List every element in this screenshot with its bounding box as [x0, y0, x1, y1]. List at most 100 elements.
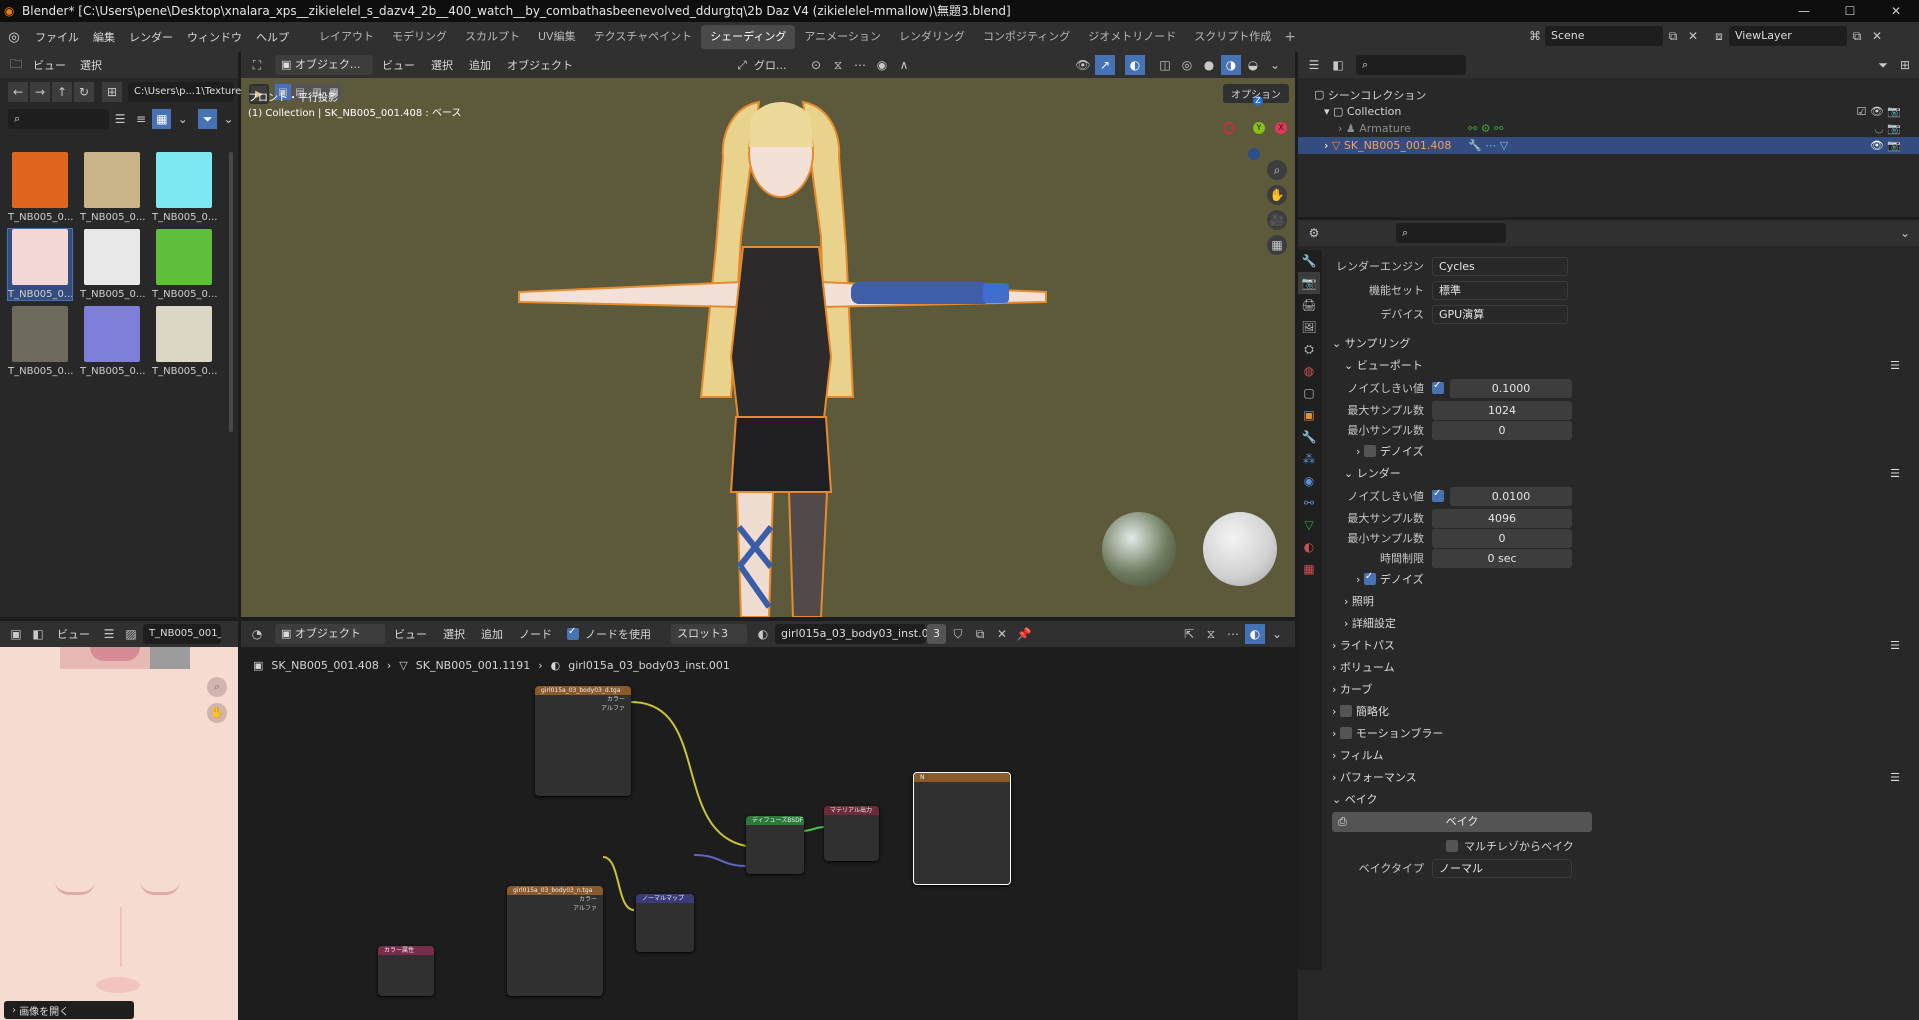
render-subsection[interactable]: ⌄ レンダー ☰: [1332, 462, 1912, 484]
thumbnail-view-icon[interactable]: ▦: [152, 109, 172, 129]
list-menu-icon[interactable]: ☰: [1890, 467, 1900, 480]
character-model[interactable]: [501, 97, 1061, 617]
color-attribute-node[interactable]: カラー属性: [378, 946, 434, 996]
vp-menu-add[interactable]: 追加: [462, 57, 498, 73]
material-shading-icon[interactable]: ◑: [1221, 55, 1241, 75]
expand-icon[interactable]: ›: [1338, 122, 1346, 135]
fb-menu-select[interactable]: 選択: [73, 57, 109, 73]
delete-scene-icon[interactable]: ✕: [1683, 26, 1703, 46]
r-denoise-subsection[interactable]: › デノイズ: [1332, 568, 1912, 590]
texture-file-item[interactable]: T_NB005_0...: [8, 306, 73, 377]
add-workspace-icon[interactable]: +: [1284, 29, 1296, 45]
motion-blur-section[interactable]: › モーションブラー: [1332, 722, 1912, 744]
ortho-toggle-icon[interactable]: ▦: [1267, 235, 1287, 255]
bake-type-dropdown[interactable]: ノーマル: [1432, 858, 1572, 878]
workspace-tab[interactable]: レイアウト: [310, 25, 383, 49]
pan-hand-icon[interactable]: ✋: [207, 703, 227, 723]
object-tab-icon[interactable]: ▣: [1298, 404, 1320, 426]
snap-icon[interactable]: ⧖: [828, 55, 848, 75]
image-texture-node[interactable]: girl015a_03_body03_d.tga カラー アルファ: [535, 686, 631, 796]
sampling-section[interactable]: ⌄ サンプリング: [1332, 332, 1912, 354]
bake-section[interactable]: ⌄ ベイク: [1332, 788, 1912, 810]
zoom-view-icon[interactable]: ⌕: [1267, 160, 1287, 180]
xray-icon[interactable]: ◫: [1155, 55, 1175, 75]
mode-dropdown[interactable]: ▣ オブジェク...: [275, 55, 373, 75]
advanced-subsection[interactable]: › 詳細設定: [1332, 612, 1912, 634]
fb-menu-view[interactable]: ビュー: [26, 57, 73, 73]
image-browse-icon[interactable]: ▨: [121, 624, 141, 644]
rendered-shading-icon[interactable]: ◒: [1243, 55, 1263, 75]
workspace-tab[interactable]: テクスチャペイント: [585, 25, 702, 49]
gizmo-neg-x-icon[interactable]: [1223, 122, 1235, 134]
armature-visibility-icon[interactable]: ◡ 📷: [1874, 122, 1901, 135]
properties-dropdown-icon[interactable]: ⌄: [1895, 223, 1915, 243]
mesh-visibility-icon[interactable]: 👁 📷: [1870, 139, 1901, 152]
new-scene-icon[interactable]: ⧉: [1663, 26, 1683, 46]
r-denoise-checkbox[interactable]: [1363, 571, 1376, 585]
mesh-row[interactable]: › ▽ SK_NB005_001.408 🔧 ⋯ ▽ 👁 📷: [1298, 137, 1919, 154]
refresh-icon[interactable]: ↻: [74, 82, 94, 102]
camera-view-icon[interactable]: 🎥: [1267, 210, 1287, 230]
new-viewlayer-icon[interactable]: ⧉: [1847, 26, 1867, 46]
ie-menu-view[interactable]: ビュー: [50, 626, 97, 642]
properties-type-icon[interactable]: ⚙: [1304, 223, 1324, 243]
bake-button[interactable]: ⎙ ベイク: [1332, 812, 1592, 832]
wireframe-shading-icon[interactable]: ◎: [1177, 55, 1197, 75]
open-image-button[interactable]: › 画像を開く: [4, 1001, 134, 1019]
lights-subsection[interactable]: › 照明: [1332, 590, 1912, 612]
gizmo-y-icon[interactable]: Y: [1253, 122, 1265, 134]
vp-noise-checkbox[interactable]: [1432, 380, 1444, 394]
image-mode-icon[interactable]: ◧: [28, 624, 48, 644]
texture-tab-icon[interactable]: ▦: [1298, 558, 1320, 580]
shading-dropdown-icon[interactable]: ⌄: [1265, 55, 1285, 75]
viewport-subsection[interactable]: ⌄ ビューポート ☰: [1332, 354, 1912, 376]
material-tab-icon[interactable]: ◐: [1298, 536, 1320, 558]
scene-tab-icon[interactable]: ⛭: [1298, 338, 1320, 360]
forward-icon[interactable]: →: [30, 82, 50, 102]
list-menu-icon[interactable]: ☰: [1890, 359, 1900, 372]
outliner-search-input[interactable]: ⌕: [1356, 55, 1466, 75]
menu-file[interactable]: ファイル: [28, 29, 86, 45]
minimize-icon[interactable]: —: [1781, 0, 1827, 22]
zoom-icon[interactable]: ⌕: [207, 677, 227, 697]
normal-map-node[interactable]: ノーマルマップ: [636, 894, 694, 952]
r-min-field[interactable]: 0: [1432, 528, 1572, 548]
vp-menu-object[interactable]: オブジェクト: [500, 57, 580, 73]
viewport-editor-type-icon[interactable]: ⛶: [247, 55, 267, 75]
properties-search-input[interactable]: ⌕: [1396, 223, 1506, 243]
r-noise-checkbox[interactable]: [1432, 488, 1444, 502]
gizmo-z-icon[interactable]: Z: [1253, 96, 1263, 106]
solid-shading-icon[interactable]: ●: [1199, 55, 1219, 75]
pan-view-icon[interactable]: ✋: [1267, 185, 1287, 205]
workspace-tab[interactable]: ジオメトリノード: [1079, 25, 1185, 49]
vp-min-field[interactable]: 0: [1432, 420, 1572, 440]
workspace-tab[interactable]: モデリング: [383, 25, 456, 49]
overlay-icon[interactable]: ◐: [1125, 55, 1145, 75]
proportional-edit-icon[interactable]: ◉: [872, 55, 892, 75]
constraint-tab-icon[interactable]: ⚯: [1298, 492, 1320, 514]
snap-target-icon[interactable]: ⋯: [850, 55, 870, 75]
expand-icon[interactable]: ›: [1324, 139, 1332, 152]
texture-file-item[interactable]: T_NB005_0...: [152, 152, 217, 223]
scrollbar[interactable]: [229, 152, 233, 432]
modifier-tab-icon[interactable]: 🔧: [1298, 426, 1320, 448]
vp-denoise-checkbox[interactable]: [1363, 445, 1376, 457]
texture-file-item[interactable]: T_NB005_0...: [8, 152, 73, 223]
vp-denoise-subsection[interactable]: › デノイズ: [1332, 440, 1912, 462]
menu-window[interactable]: ウィンドウ: [180, 29, 249, 45]
parent-dir-icon[interactable]: ↑: [52, 82, 72, 102]
texture-file-item[interactable]: T_NB005_0...: [152, 306, 217, 377]
render-tab-icon[interactable]: 📷: [1298, 272, 1320, 294]
workspace-tab[interactable]: スクリプト作成: [1185, 25, 1280, 49]
face-texture-canvas[interactable]: ⌕ ✋ › 画像を開く: [0, 647, 238, 1020]
vp-noise-field[interactable]: 0.1000: [1450, 378, 1572, 398]
delete-viewlayer-icon[interactable]: ✕: [1867, 26, 1887, 46]
light-paths-section[interactable]: › ライトパス ☰: [1332, 634, 1912, 656]
diffuse-bsdf-node[interactable]: ディフューズBSDF: [746, 816, 804, 874]
workspace-tab[interactable]: シェーディング: [701, 25, 796, 49]
scene-collection-row[interactable]: ▢ シーンコレクション: [1298, 86, 1919, 103]
multires-checkbox[interactable]: [1446, 840, 1458, 852]
list-menu-icon[interactable]: ☰: [1890, 639, 1900, 652]
r-noise-field[interactable]: 0.0100: [1450, 486, 1572, 506]
falloff-icon[interactable]: ∧: [894, 55, 914, 75]
